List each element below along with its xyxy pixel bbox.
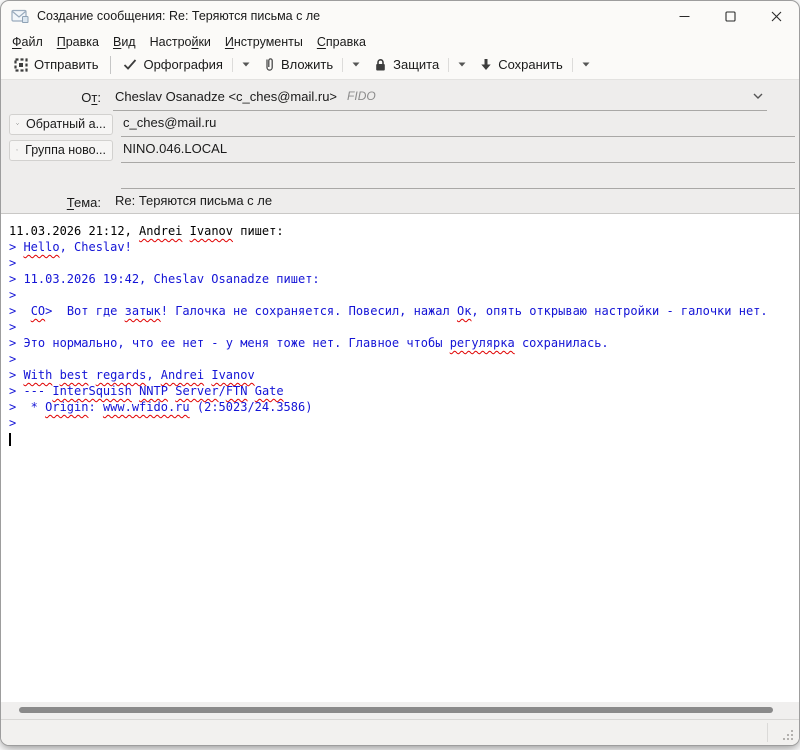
spelling-dropdown-button[interactable] xyxy=(235,58,257,71)
spellcheck-icon xyxy=(123,59,137,70)
newsgroup-row: Группа ново... NINO.046.LOCAL xyxy=(9,137,795,163)
text-caret xyxy=(9,433,11,446)
subject-label: Тема: xyxy=(9,195,113,210)
dropdown-separator xyxy=(342,58,343,72)
spelling-button[interactable]: Орфография xyxy=(116,55,229,74)
menu-help[interactable]: Справка xyxy=(310,33,373,51)
body-line: > xyxy=(9,287,799,303)
empty-address-field[interactable] xyxy=(121,163,795,189)
horizontal-scrollbar-thumb[interactable] xyxy=(19,707,773,713)
security-button[interactable]: Защита xyxy=(367,55,446,74)
menu-options[interactable]: Настройки xyxy=(143,33,218,51)
security-dropdown-button[interactable] xyxy=(451,58,473,71)
body-line: 11.03.2026 21:12, Andrei Ivanov пишет: xyxy=(9,223,799,239)
save-button[interactable]: Сохранить xyxy=(473,55,570,74)
security-lock-icon xyxy=(374,58,387,72)
chevron-down-icon xyxy=(458,62,466,67)
attach-button[interactable]: Вложить xyxy=(257,55,340,74)
save-icon xyxy=(480,58,492,71)
dropdown-separator xyxy=(232,58,233,72)
compose-window: Создание сообщения: Re: Теряются письма … xyxy=(1,1,799,745)
close-button[interactable] xyxy=(753,1,799,31)
menu-edit[interactable]: Правка xyxy=(50,33,106,51)
menu-file[interactable]: Файл xyxy=(5,33,50,51)
toolbar-separator xyxy=(110,56,111,74)
newsgroup-field[interactable]: NINO.046.LOCAL xyxy=(121,137,795,163)
from-selector[interactable]: Cheslav Osanadze <c_ches@mail.ru> FIDO xyxy=(113,84,767,111)
save-dropdown-button[interactable] xyxy=(575,58,597,71)
subject-row: Тема: Re: Теряются письма с ле xyxy=(9,189,795,215)
maximize-button[interactable] xyxy=(707,1,753,31)
body-line: > Это нормально, что ее нет - у меня тож… xyxy=(9,335,799,351)
chevron-down-icon xyxy=(16,147,18,153)
chevron-down-icon xyxy=(352,62,360,67)
dropdown-separator xyxy=(572,58,573,72)
reply-to-field[interactable]: c_ches@mail.ru xyxy=(121,111,795,137)
body-line: > Hello, Cheslav! xyxy=(9,239,799,255)
titlebar: Создание сообщения: Re: Теряются письма … xyxy=(1,1,799,31)
window-controls xyxy=(661,1,799,31)
subject-field[interactable]: Re: Теряются письма с ле xyxy=(113,189,795,215)
statusbar-separator xyxy=(767,723,768,742)
empty-address-row xyxy=(9,163,795,189)
from-label: От: xyxy=(9,90,113,105)
window-title: Создание сообщения: Re: Теряются письма … xyxy=(37,9,661,23)
from-value: Cheslav Osanadze <c_ches@mail.ru> xyxy=(115,89,337,104)
menubar: Файл Правка Вид Настройки Инструменты Сп… xyxy=(1,31,799,53)
minimize-icon xyxy=(679,11,690,22)
body-line: > xyxy=(9,415,799,431)
message-headers: От: Cheslav Osanadze <c_ches@mail.ru> FI… xyxy=(1,79,799,214)
from-dropdown-chevron-icon[interactable] xyxy=(751,93,765,99)
body-line: > CO> Вот где затык! Галочка не сохраняе… xyxy=(9,303,799,319)
chevron-down-icon xyxy=(242,62,250,67)
toolbar: Отправить Орфография Вложить xyxy=(1,53,799,79)
chevron-down-icon xyxy=(582,62,590,67)
attach-dropdown-button[interactable] xyxy=(345,58,367,71)
dropdown-separator xyxy=(448,58,449,72)
message-body[interactable]: 11.03.2026 21:12, Andrei Ivanov пишет:> … xyxy=(1,214,799,702)
attach-icon xyxy=(264,57,275,72)
body-line: > xyxy=(9,319,799,335)
send-icon xyxy=(14,58,28,72)
statusbar xyxy=(1,719,799,745)
close-icon xyxy=(771,11,782,22)
horizontal-scrollbar[interactable] xyxy=(1,702,799,719)
account-tag: FIDO xyxy=(347,89,376,103)
reply-to-row: Обратный а... c_ches@mail.ru xyxy=(9,111,795,137)
compose-message-icon xyxy=(11,9,29,23)
body-line: > --- InterSquish NNTP Server/FTN Gate xyxy=(9,383,799,399)
body-line: > xyxy=(9,351,799,367)
send-button[interactable]: Отправить xyxy=(7,55,105,74)
menu-tools[interactable]: Инструменты xyxy=(218,33,310,51)
body-line: > 11.03.2026 19:42, Cheslav Osanadze пиш… xyxy=(9,271,799,287)
reply-to-type-button[interactable]: Обратный а... xyxy=(9,114,113,135)
resize-grip-icon[interactable] xyxy=(783,730,794,741)
newsgroup-type-button[interactable]: Группа ново... xyxy=(9,140,113,161)
from-row: От: Cheslav Osanadze <c_ches@mail.ru> FI… xyxy=(9,84,795,111)
body-line: > * Origin: www.wfido.ru (2:5023/24.3586… xyxy=(9,399,799,415)
menu-view[interactable]: Вид xyxy=(106,33,143,51)
maximize-icon xyxy=(725,11,736,22)
body-line: > xyxy=(9,255,799,271)
chevron-down-icon xyxy=(16,121,19,127)
body-line: > With best regards, Andrei Ivanov xyxy=(9,367,799,383)
minimize-button[interactable] xyxy=(661,1,707,31)
